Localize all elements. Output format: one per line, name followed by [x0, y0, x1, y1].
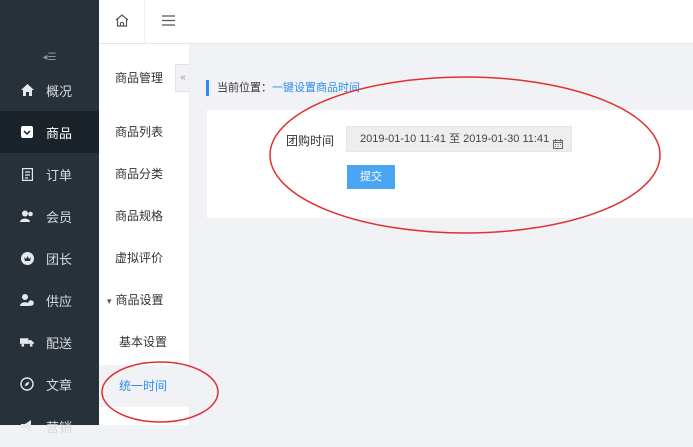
article-icon	[20, 377, 34, 391]
date-range-value: 2019-01-10 11:41 至 2019-01-30 11:41	[360, 133, 550, 145]
sidebar-item-supply[interactable]: 供应	[0, 279, 99, 321]
secondary-nav: 商品管理 商品列表 商品分类 商品规格 虚拟评价 ▾ 商品设置 基本设置 统一时间	[99, 44, 190, 425]
home-icon	[20, 83, 34, 97]
date-range-picker[interactable]: 2019-01-10 11:41 至 2019-01-30 11:41	[346, 126, 572, 152]
sidebar-item-label: 订单	[46, 167, 73, 183]
sidebar-item-label: 文章	[46, 377, 73, 393]
home-button[interactable]	[99, 0, 145, 44]
product-icon	[20, 125, 34, 139]
subnav-item-unified-time[interactable]: 统一时间	[99, 365, 189, 407]
order-icon	[20, 167, 34, 181]
breadcrumb-current-link[interactable]: 一键设置商品时间	[272, 82, 360, 94]
sidebar-item-label: 会员	[46, 209, 73, 225]
sidebar-item-products[interactable]: 商品	[0, 111, 99, 153]
sidebar-item-overview[interactable]: 概况	[0, 69, 99, 111]
member-icon	[20, 209, 34, 223]
subnav-group-product-settings[interactable]: ▾ 商品设置	[99, 279, 189, 321]
subnav-item-virtual-review[interactable]: 虚拟评价	[99, 237, 189, 279]
sidebar-item-articles[interactable]: 文章	[0, 363, 99, 405]
hamburger-icon	[161, 15, 175, 29]
sidebar-item-label: 概况	[46, 83, 73, 99]
group-buy-time-label: 团购时间	[286, 134, 335, 148]
form-card: 团购时间 2019-01-10 11:41 至 2019-01-30 11:41…	[207, 110, 693, 218]
sidebar-item-label: 团长	[46, 251, 73, 267]
delivery-icon	[20, 335, 34, 349]
subnav-item-product-spec[interactable]: 商品规格	[99, 195, 189, 237]
breadcrumb: 当前位置：一键设置商品时间	[206, 80, 360, 96]
sidebar-logo-area	[0, 0, 99, 44]
sidebar-item-orders[interactable]: 订单	[0, 153, 99, 195]
sidebar-item-members[interactable]: 会员	[0, 195, 99, 237]
menu-toggle-button[interactable]	[145, 0, 191, 44]
marketing-icon	[20, 419, 34, 433]
sidebar-item-leader[interactable]: 团长	[0, 237, 99, 279]
subnav-group-label: 商品设置	[115, 293, 164, 307]
subnav-item-product-category[interactable]: 商品分类	[99, 153, 189, 195]
sidebar-item-label: 营销	[46, 419, 73, 435]
supplier-icon	[20, 293, 34, 307]
submit-button[interactable]: 提交	[347, 165, 395, 189]
sidebar-collapse-toggle[interactable]: ◂☰	[0, 44, 99, 72]
subnav-item-basic-settings[interactable]: 基本设置	[99, 321, 189, 363]
sidebar-item-label: 供应	[46, 293, 73, 309]
home-icon	[115, 14, 129, 30]
breadcrumb-prefix: 当前位置：	[217, 82, 272, 94]
sidebar-item-label: 配送	[46, 335, 73, 351]
top-bar	[99, 0, 693, 44]
main-sidebar: ◂☰ 概况 商品 订单 会员 团长 供应 配送 文章 营销	[0, 0, 99, 435]
sidebar-item-marketing[interactable]: 营销	[0, 405, 99, 447]
calendar-icon	[553, 134, 563, 158]
sidebar-item-label: 商品	[46, 125, 73, 141]
subnav-item-product-list[interactable]: 商品列表	[99, 111, 189, 153]
caret-down-icon: ▾	[107, 296, 112, 306]
sidebar-item-delivery[interactable]: 配送	[0, 321, 99, 363]
leader-icon	[20, 251, 34, 265]
subnav-collapse-button[interactable]: «	[175, 64, 190, 92]
